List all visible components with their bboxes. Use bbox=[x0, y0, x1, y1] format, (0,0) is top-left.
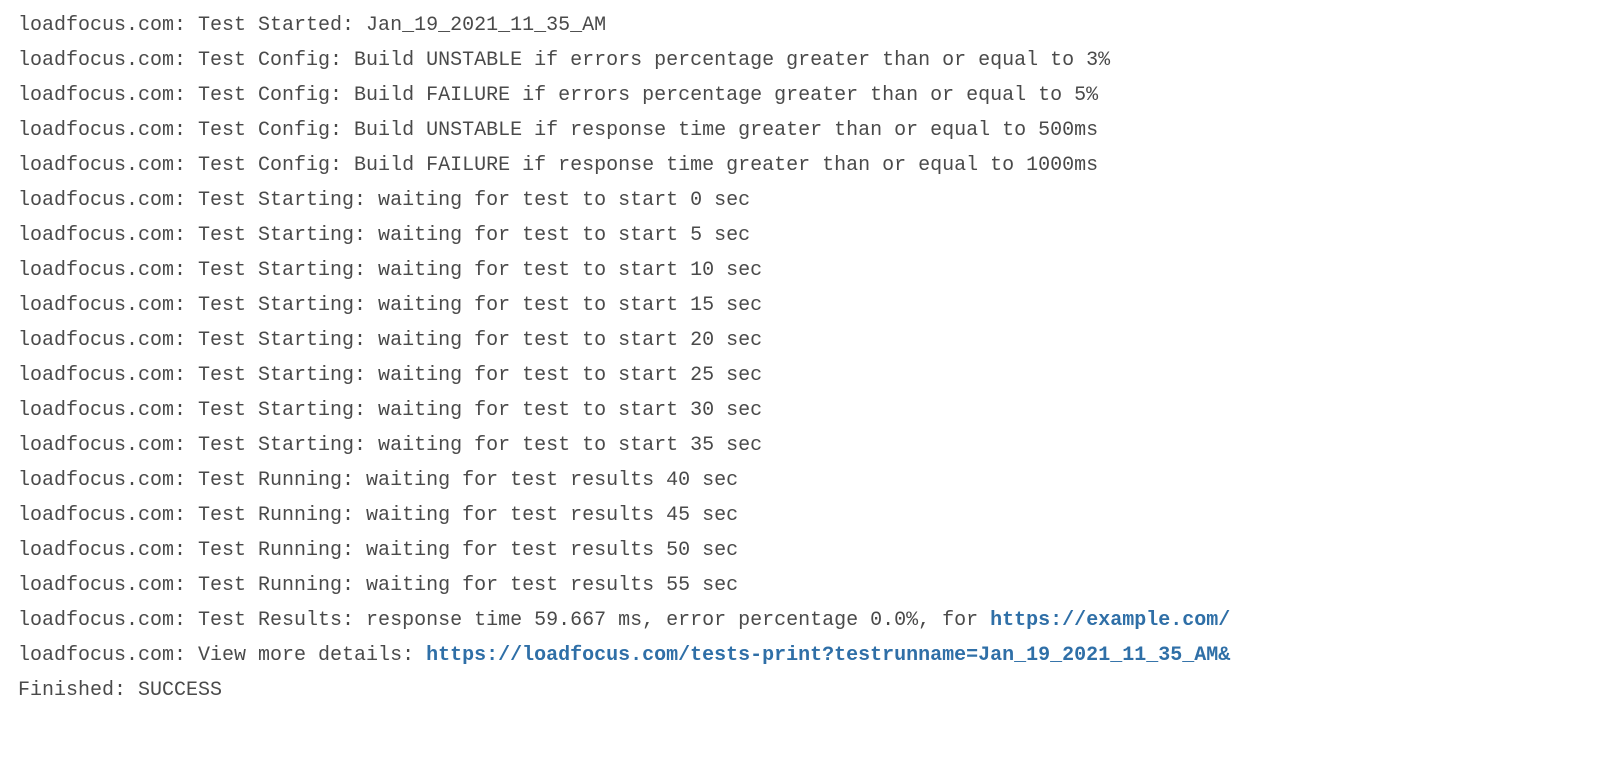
log-line: loadfocus.com: Test Starting: waiting fo… bbox=[18, 358, 1582, 393]
log-link[interactable]: https://example.com/ bbox=[990, 609, 1230, 632]
log-line: loadfocus.com: View more details: https:… bbox=[18, 638, 1582, 673]
log-text: Test Running: waiting for test results 5… bbox=[198, 574, 738, 597]
log-line: Finished: SUCCESS bbox=[18, 673, 1582, 708]
log-text: Test Running: waiting for test results 4… bbox=[198, 469, 738, 492]
log-text: Test Starting: waiting for test to start… bbox=[198, 399, 762, 422]
log-text: Test Started: Jan_19_2021_11_35_AM bbox=[198, 14, 606, 37]
log-line: loadfocus.com: Test Running: waiting for… bbox=[18, 463, 1582, 498]
log-text: Test Running: waiting for test results 4… bbox=[198, 504, 738, 527]
log-text: Test Results: response time 59.667 ms, e… bbox=[198, 609, 990, 632]
log-text: View more details: bbox=[198, 644, 426, 667]
log-line: loadfocus.com: Test Running: waiting for… bbox=[18, 533, 1582, 568]
log-prefix: loadfocus.com: bbox=[18, 644, 198, 667]
log-prefix: loadfocus.com: bbox=[18, 539, 198, 562]
log-prefix: loadfocus.com: bbox=[18, 364, 198, 387]
log-prefix: loadfocus.com: bbox=[18, 294, 198, 317]
log-text: Test Config: Build UNSTABLE if response … bbox=[198, 119, 1098, 142]
log-prefix: loadfocus.com: bbox=[18, 434, 198, 457]
log-prefix: loadfocus.com: bbox=[18, 329, 198, 352]
console-output: loadfocus.com: Test Started: Jan_19_2021… bbox=[18, 8, 1582, 708]
log-text: Test Starting: waiting for test to start… bbox=[198, 189, 750, 212]
log-prefix: loadfocus.com: bbox=[18, 189, 198, 212]
log-prefix: loadfocus.com: bbox=[18, 49, 198, 72]
log-prefix: loadfocus.com: bbox=[18, 399, 198, 422]
log-line: loadfocus.com: Test Config: Build UNSTAB… bbox=[18, 43, 1582, 78]
log-text: Finished: SUCCESS bbox=[18, 679, 222, 702]
log-line: loadfocus.com: Test Starting: waiting fo… bbox=[18, 428, 1582, 463]
log-line: loadfocus.com: Test Results: response ti… bbox=[18, 603, 1582, 638]
log-text: Test Starting: waiting for test to start… bbox=[198, 224, 750, 247]
log-line: loadfocus.com: Test Config: Build FAILUR… bbox=[18, 78, 1582, 113]
log-text: Test Starting: waiting for test to start… bbox=[198, 294, 762, 317]
log-line: loadfocus.com: Test Starting: waiting fo… bbox=[18, 218, 1582, 253]
log-prefix: loadfocus.com: bbox=[18, 574, 198, 597]
log-prefix: loadfocus.com: bbox=[18, 259, 198, 282]
log-prefix: loadfocus.com: bbox=[18, 119, 198, 142]
log-link[interactable]: https://loadfocus.com/tests-print?testru… bbox=[426, 644, 1230, 667]
log-text: Test Config: Build FAILURE if response t… bbox=[198, 154, 1098, 177]
log-text: Test Config: Build UNSTABLE if errors pe… bbox=[198, 49, 1110, 72]
log-text: Test Starting: waiting for test to start… bbox=[198, 434, 762, 457]
log-prefix: loadfocus.com: bbox=[18, 609, 198, 632]
log-line: loadfocus.com: Test Starting: waiting fo… bbox=[18, 323, 1582, 358]
log-prefix: loadfocus.com: bbox=[18, 14, 198, 37]
log-text: Test Running: waiting for test results 5… bbox=[198, 539, 738, 562]
log-prefix: loadfocus.com: bbox=[18, 469, 198, 492]
log-text: Test Config: Build FAILURE if errors per… bbox=[198, 84, 1098, 107]
log-prefix: loadfocus.com: bbox=[18, 504, 198, 527]
log-prefix: loadfocus.com: bbox=[18, 224, 198, 247]
log-text: Test Starting: waiting for test to start… bbox=[198, 259, 762, 282]
log-line: loadfocus.com: Test Started: Jan_19_2021… bbox=[18, 8, 1582, 43]
log-line: loadfocus.com: Test Starting: waiting fo… bbox=[18, 288, 1582, 323]
log-line: loadfocus.com: Test Running: waiting for… bbox=[18, 568, 1582, 603]
log-prefix: loadfocus.com: bbox=[18, 84, 198, 107]
log-line: loadfocus.com: Test Config: Build UNSTAB… bbox=[18, 113, 1582, 148]
log-line: loadfocus.com: Test Config: Build FAILUR… bbox=[18, 148, 1582, 183]
log-line: loadfocus.com: Test Starting: waiting fo… bbox=[18, 183, 1582, 218]
log-line: loadfocus.com: Test Starting: waiting fo… bbox=[18, 393, 1582, 428]
log-line: loadfocus.com: Test Starting: waiting fo… bbox=[18, 253, 1582, 288]
log-prefix: loadfocus.com: bbox=[18, 154, 198, 177]
log-text: Test Starting: waiting for test to start… bbox=[198, 364, 762, 387]
log-text: Test Starting: waiting for test to start… bbox=[198, 329, 762, 352]
log-line: loadfocus.com: Test Running: waiting for… bbox=[18, 498, 1582, 533]
